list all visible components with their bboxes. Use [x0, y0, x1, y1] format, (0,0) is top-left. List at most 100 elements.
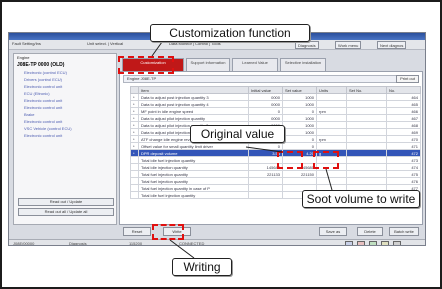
table-cell-setno: [346, 170, 387, 178]
status-indicator-icon: [345, 241, 353, 245]
tab-selective-installation[interactable]: Selective installation: [280, 58, 326, 72]
reset-button[interactable]: Reset: [123, 227, 151, 236]
table-cell-item: Data to adjust pilot injection quantity: [138, 114, 249, 122]
table-cell-no: 471: [386, 142, 421, 150]
table-cell-set[interactable]: 1000: [282, 114, 317, 122]
table-cell-no: 466: [386, 107, 421, 115]
table-cell-unit: [316, 128, 347, 136]
table-cell-setno: [346, 100, 387, 108]
table-cell-flag: *: [130, 107, 139, 115]
tree-engine-label[interactable]: Engine: [14, 54, 116, 61]
table-cell-no: 467: [386, 114, 421, 122]
table-cell-no: 472: [386, 149, 421, 157]
tree-item[interactable]: Brake: [14, 111, 116, 118]
table-cell-unit: [316, 170, 347, 178]
tree-item[interactable]: Electronic control unit: [14, 104, 116, 111]
menu-fault[interactable]: Fault Setting/Ins: [12, 41, 41, 46]
table-cell-item: Offset value for small quantity limit dr…: [138, 142, 249, 150]
table-cell-set[interactable]: 1000: [282, 100, 317, 108]
table-row[interactable]: * MF point in idle engine speed 0 0 rpm 466: [130, 107, 421, 115]
print-out-button[interactable]: Print out: [396, 75, 419, 83]
read-all-update-all-button[interactable]: Read out all / Update all: [18, 208, 114, 216]
work-menu-button[interactable]: Work menu: [335, 41, 362, 49]
table-row[interactable]: * Data to adjust pilot injection quantity…: [130, 114, 421, 122]
status-indicator-icon: [381, 241, 389, 245]
column-header[interactable]: Item: [138, 86, 249, 94]
column-header[interactable]: No.: [386, 86, 421, 94]
table-cell-item: Total fuel injection quantity in case of…: [138, 184, 249, 192]
table-cell-initial: [248, 191, 283, 199]
table-cell-flag: *: [130, 100, 139, 108]
table-cell-initial: 0000: [248, 114, 283, 122]
column-header[interactable]: Units: [316, 86, 347, 94]
column-header[interactable]: Initial value: [248, 86, 283, 94]
status-speed: 115200: [129, 241, 143, 246]
table-cell-set[interactable]: 0: [282, 142, 317, 150]
table-cell-set[interactable]: 221150: [282, 170, 317, 178]
customization-tab-highlight: [118, 56, 174, 74]
table-cell-no: 474: [386, 163, 421, 171]
table-cell-no: 475: [386, 170, 421, 178]
table-cell-no: 476: [386, 177, 421, 185]
delete-button[interactable]: Delete: [357, 227, 383, 236]
tree-item[interactable]: Electronic control unit: [14, 132, 116, 139]
batch-write-button[interactable]: Batch write: [389, 227, 419, 236]
table-row[interactable]: * Data to adjust post injection quantity …: [130, 100, 421, 108]
table-cell-flag: *: [130, 121, 139, 129]
table-cell-set[interactable]: [282, 177, 317, 185]
tree-item[interactable]: Electronic (control ECU): [14, 69, 116, 76]
table-cell-item: Data to adjust post injection quantity 3: [138, 93, 249, 101]
table-cell-setno: [346, 93, 387, 101]
table-cell-flag: [130, 191, 139, 199]
table-row[interactable]: * Data to adjust post injection quantity …: [130, 93, 421, 101]
tab-learned-value[interactable]: Learned Value: [232, 58, 278, 72]
table-cell-flag: [130, 177, 139, 185]
table-cell-item: MF point in idle engine speed: [138, 107, 249, 115]
table-row[interactable]: Total idle fuel injection quantity 473: [130, 156, 421, 164]
column-header[interactable]: Set value: [282, 86, 317, 94]
tree-item[interactable]: ECU (Eltronic): [14, 90, 116, 97]
write-button-highlight: [152, 224, 184, 240]
table-row[interactable]: Total idle injection quantity 145644 14568…: [130, 163, 421, 171]
tree-item[interactable]: Electronic control unit: [14, 83, 116, 90]
table-row[interactable]: Total fuel injection quantity 476: [130, 177, 421, 185]
callout-soot-volume: Soot volume to write: [302, 190, 420, 208]
table-row[interactable]: Total fuel injection quantity 221133 22115…: [130, 170, 421, 178]
table-cell-unit: [316, 121, 347, 129]
table-row[interactable]: * Offset value for small quantity limit d…: [130, 142, 421, 150]
read-update-button[interactable]: Read out / Update: [18, 198, 114, 206]
ecu-tree-pane: Engine J08E-TP 0000 (OLD) Electronic (co…: [13, 53, 117, 225]
status-bar: J08E/00000 Diagnosis 115200 CONNECTED: [9, 239, 425, 246]
table-cell-setno: [346, 114, 387, 122]
table-cell-setno: [346, 135, 387, 143]
table-cell-set[interactable]: 1000: [282, 93, 317, 101]
table-cell-set[interactable]: 1000: [282, 128, 317, 136]
callout-writing: Writing: [172, 258, 232, 276]
tab-support-information[interactable]: Support information: [186, 58, 230, 72]
table-cell-unit: [316, 93, 347, 101]
table-body: * Data to adjust post injection quantity …: [130, 93, 421, 199]
table-cell-item: Total idle fuel injection quantity: [138, 156, 249, 164]
next-diagnosis-button[interactable]: Next diagnos: [377, 41, 407, 49]
status-vehicle: J08E/00000: [13, 241, 35, 246]
table-cell-set[interactable]: 0: [282, 135, 317, 143]
engine-selector[interactable]: Engine J08E-TP: [123, 75, 419, 83]
tree-item[interactable]: Drivers (control ECU): [14, 76, 116, 83]
table-cell-set[interactable]: 0: [282, 107, 317, 115]
save-as-button[interactable]: Save as: [319, 227, 347, 236]
table-cell-item: DPR deposit volume: [138, 149, 249, 157]
table-row[interactable]: * DPR deposit volume 3.53 4.20 g 472: [130, 149, 421, 157]
status-connection: CONNECTED: [179, 241, 205, 246]
tree-item[interactable]: Electronic control unit: [14, 97, 116, 104]
table-cell-initial: 0: [248, 107, 283, 115]
column-header[interactable]: Set No.: [346, 86, 387, 94]
tree-engine-model[interactable]: J08E-TP 0000 (OLD): [14, 61, 116, 69]
menu-unit-select[interactable]: Unit select. | Vertical: [87, 41, 123, 46]
diagnosis-button[interactable]: Diagnosis: [295, 41, 319, 49]
table-cell-initial: [248, 177, 283, 185]
tree-item[interactable]: VSC Vehicle (control ECU): [14, 125, 116, 132]
tree-item[interactable]: Electronic control unit: [14, 118, 116, 125]
table-cell-setno: [346, 121, 387, 129]
table-cell-set[interactable]: 1000: [282, 121, 317, 129]
figure-frame: Fault Setting/Ins Unit select. | Vertica…: [0, 0, 442, 289]
